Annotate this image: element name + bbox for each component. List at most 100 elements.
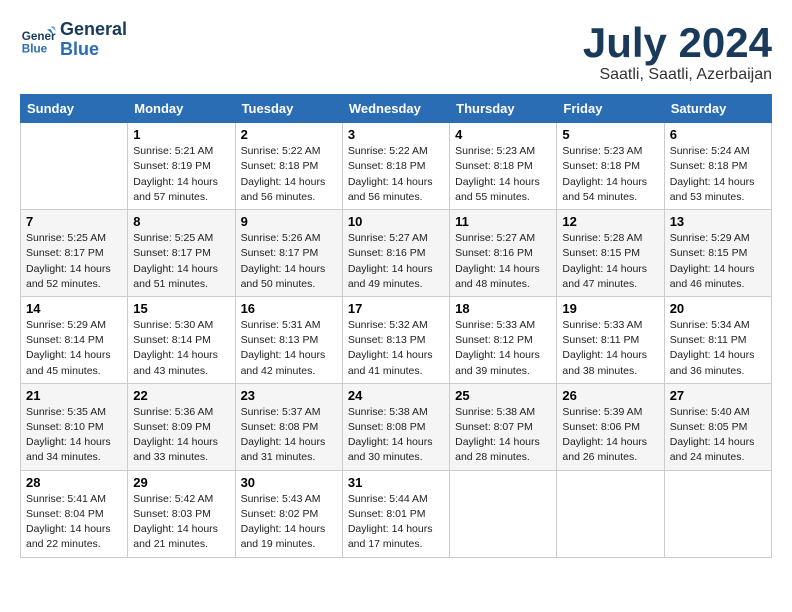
week-row-1: 1 Sunrise: 5:21 AMSunset: 8:19 PMDaylight… <box>21 123 772 210</box>
day-cell: 19 Sunrise: 5:33 AMSunset: 8:11 PMDayligh… <box>557 296 664 383</box>
day-number: 5 <box>562 127 658 142</box>
day-cell: 10 Sunrise: 5:27 AMSunset: 8:16 PMDayligh… <box>342 210 449 297</box>
day-number: 8 <box>133 214 229 229</box>
day-info: Sunrise: 5:28 AMSunset: 8:15 PMDaylight:… <box>562 231 658 292</box>
day-cell: 12 Sunrise: 5:28 AMSunset: 8:15 PMDayligh… <box>557 210 664 297</box>
day-cell: 28 Sunrise: 5:41 AMSunset: 8:04 PMDayligh… <box>21 470 128 557</box>
week-row-2: 7 Sunrise: 5:25 AMSunset: 8:17 PMDaylight… <box>21 210 772 297</box>
day-info: Sunrise: 5:30 AMSunset: 8:14 PMDaylight:… <box>133 318 229 379</box>
day-number: 18 <box>455 301 551 316</box>
day-cell: 21Sunrise: 5:35 AMSunset: 8:10 PMDayligh… <box>21 383 128 470</box>
logo-text-line2: Blue <box>60 40 127 60</box>
logo-icon: General Blue <box>20 22 56 58</box>
day-info: Sunrise: 5:24 AMSunset: 8:18 PMDaylight:… <box>670 144 766 205</box>
day-number: 26 <box>562 388 658 403</box>
day-info: Sunrise: 5:40 AMSunset: 8:05 PMDaylight:… <box>670 405 766 466</box>
day-number: 4 <box>455 127 551 142</box>
day-info: Sunrise: 5:32 AMSunset: 8:13 PMDaylight:… <box>348 318 444 379</box>
day-cell: 29Sunrise: 5:42 AMSunset: 8:03 PMDayligh… <box>128 470 235 557</box>
day-number: 10 <box>348 214 444 229</box>
week-row-3: 14Sunrise: 5:29 AMSunset: 8:14 PMDayligh… <box>21 296 772 383</box>
day-number: 27 <box>670 388 766 403</box>
day-number: 16 <box>241 301 337 316</box>
day-number: 3 <box>348 127 444 142</box>
day-info: Sunrise: 5:43 AMSunset: 8:02 PMDaylight:… <box>241 492 337 553</box>
day-info: Sunrise: 5:26 AMSunset: 8:17 PMDaylight:… <box>241 231 337 292</box>
logo: General Blue General Blue <box>20 20 127 60</box>
day-info: Sunrise: 5:33 AMSunset: 8:11 PMDaylight:… <box>562 318 658 379</box>
day-cell: 30Sunrise: 5:43 AMSunset: 8:02 PMDayligh… <box>235 470 342 557</box>
day-number: 1 <box>133 127 229 142</box>
day-info: Sunrise: 5:21 AMSunset: 8:19 PMDaylight:… <box>133 144 229 205</box>
day-info: Sunrise: 5:27 AMSunset: 8:16 PMDaylight:… <box>455 231 551 292</box>
day-info: Sunrise: 5:41 AMSunset: 8:04 PMDaylight:… <box>26 492 122 553</box>
day-number: 17 <box>348 301 444 316</box>
day-cell: 5 Sunrise: 5:23 AMSunset: 8:18 PMDaylight… <box>557 123 664 210</box>
day-cell: 2Sunrise: 5:22 AMSunset: 8:18 PMDaylight… <box>235 123 342 210</box>
day-cell: 26Sunrise: 5:39 AMSunset: 8:06 PMDayligh… <box>557 383 664 470</box>
header-tuesday: Tuesday <box>235 95 342 123</box>
calendar-title: July 2024 <box>583 20 772 66</box>
day-cell: 20 Sunrise: 5:34 AMSunset: 8:11 PMDayligh… <box>664 296 771 383</box>
day-info: Sunrise: 5:33 AMSunset: 8:12 PMDaylight:… <box>455 318 551 379</box>
day-cell <box>664 470 771 557</box>
day-cell: 18 Sunrise: 5:33 AMSunset: 8:12 PMDayligh… <box>450 296 557 383</box>
header-wednesday: Wednesday <box>342 95 449 123</box>
calendar-table: SundayMondayTuesdayWednesdayThursdayFrid… <box>20 94 772 557</box>
day-info: Sunrise: 5:34 AMSunset: 8:11 PMDaylight:… <box>670 318 766 379</box>
day-cell: 4 Sunrise: 5:23 AMSunset: 8:18 PMDaylight… <box>450 123 557 210</box>
day-info: Sunrise: 5:25 AMSunset: 8:17 PMDaylight:… <box>133 231 229 292</box>
day-number: 31 <box>348 475 444 490</box>
title-block: July 2024 Saatli, Saatli, Azerbaijan <box>583 20 772 84</box>
day-number: 13 <box>670 214 766 229</box>
day-info: Sunrise: 5:23 AMSunset: 8:18 PMDaylight:… <box>455 144 551 205</box>
day-info: Sunrise: 5:25 AMSunset: 8:17 PMDaylight:… <box>26 231 122 292</box>
logo-text-line1: General <box>60 20 127 40</box>
page-header: General Blue General Blue July 2024 Saat… <box>20 20 772 84</box>
day-number: 14 <box>26 301 122 316</box>
day-info: Sunrise: 5:44 AMSunset: 8:01 PMDaylight:… <box>348 492 444 553</box>
day-info: Sunrise: 5:38 AMSunset: 8:08 PMDaylight:… <box>348 405 444 466</box>
calendar-header-row: SundayMondayTuesdayWednesdayThursdayFrid… <box>21 95 772 123</box>
day-cell: 24 Sunrise: 5:38 AMSunset: 8:08 PMDayligh… <box>342 383 449 470</box>
day-number: 29 <box>133 475 229 490</box>
header-friday: Friday <box>557 95 664 123</box>
day-cell <box>21 123 128 210</box>
day-cell: 16 Sunrise: 5:31 AMSunset: 8:13 PMDayligh… <box>235 296 342 383</box>
day-cell: 3Sunrise: 5:22 AMSunset: 8:18 PMDaylight… <box>342 123 449 210</box>
day-cell: 17 Sunrise: 5:32 AMSunset: 8:13 PMDayligh… <box>342 296 449 383</box>
day-info: Sunrise: 5:27 AMSunset: 8:16 PMDaylight:… <box>348 231 444 292</box>
day-info: Sunrise: 5:23 AMSunset: 8:18 PMDaylight:… <box>562 144 658 205</box>
day-number: 12 <box>562 214 658 229</box>
day-info: Sunrise: 5:29 AMSunset: 8:15 PMDaylight:… <box>670 231 766 292</box>
day-info: Sunrise: 5:36 AMSunset: 8:09 PMDaylight:… <box>133 405 229 466</box>
day-cell: 25Sunrise: 5:38 AMSunset: 8:07 PMDayligh… <box>450 383 557 470</box>
day-number: 19 <box>562 301 658 316</box>
day-number: 20 <box>670 301 766 316</box>
day-cell: 1 Sunrise: 5:21 AMSunset: 8:19 PMDaylight… <box>128 123 235 210</box>
header-saturday: Saturday <box>664 95 771 123</box>
week-row-4: 21Sunrise: 5:35 AMSunset: 8:10 PMDayligh… <box>21 383 772 470</box>
day-number: 23 <box>241 388 337 403</box>
day-number: 6 <box>670 127 766 142</box>
day-info: Sunrise: 5:31 AMSunset: 8:13 PMDaylight:… <box>241 318 337 379</box>
day-number: 24 <box>348 388 444 403</box>
day-cell: 23 Sunrise: 5:37 AMSunset: 8:08 PMDayligh… <box>235 383 342 470</box>
header-sunday: Sunday <box>21 95 128 123</box>
day-info: Sunrise: 5:37 AMSunset: 8:08 PMDaylight:… <box>241 405 337 466</box>
day-number: 7 <box>26 214 122 229</box>
day-number: 9 <box>241 214 337 229</box>
day-cell: 31 Sunrise: 5:44 AMSunset: 8:01 PMDayligh… <box>342 470 449 557</box>
day-cell: 8 Sunrise: 5:25 AMSunset: 8:17 PMDaylight… <box>128 210 235 297</box>
day-number: 28 <box>26 475 122 490</box>
day-cell: 9 Sunrise: 5:26 AMSunset: 8:17 PMDaylight… <box>235 210 342 297</box>
day-info: Sunrise: 5:38 AMSunset: 8:07 PMDaylight:… <box>455 405 551 466</box>
day-cell: 27 Sunrise: 5:40 AMSunset: 8:05 PMDayligh… <box>664 383 771 470</box>
day-cell: 13 Sunrise: 5:29 AMSunset: 8:15 PMDayligh… <box>664 210 771 297</box>
day-cell: 22 Sunrise: 5:36 AMSunset: 8:09 PMDayligh… <box>128 383 235 470</box>
day-cell: 7 Sunrise: 5:25 AMSunset: 8:17 PMDaylight… <box>21 210 128 297</box>
day-cell <box>450 470 557 557</box>
header-monday: Monday <box>128 95 235 123</box>
day-number: 15 <box>133 301 229 316</box>
day-number: 22 <box>133 388 229 403</box>
